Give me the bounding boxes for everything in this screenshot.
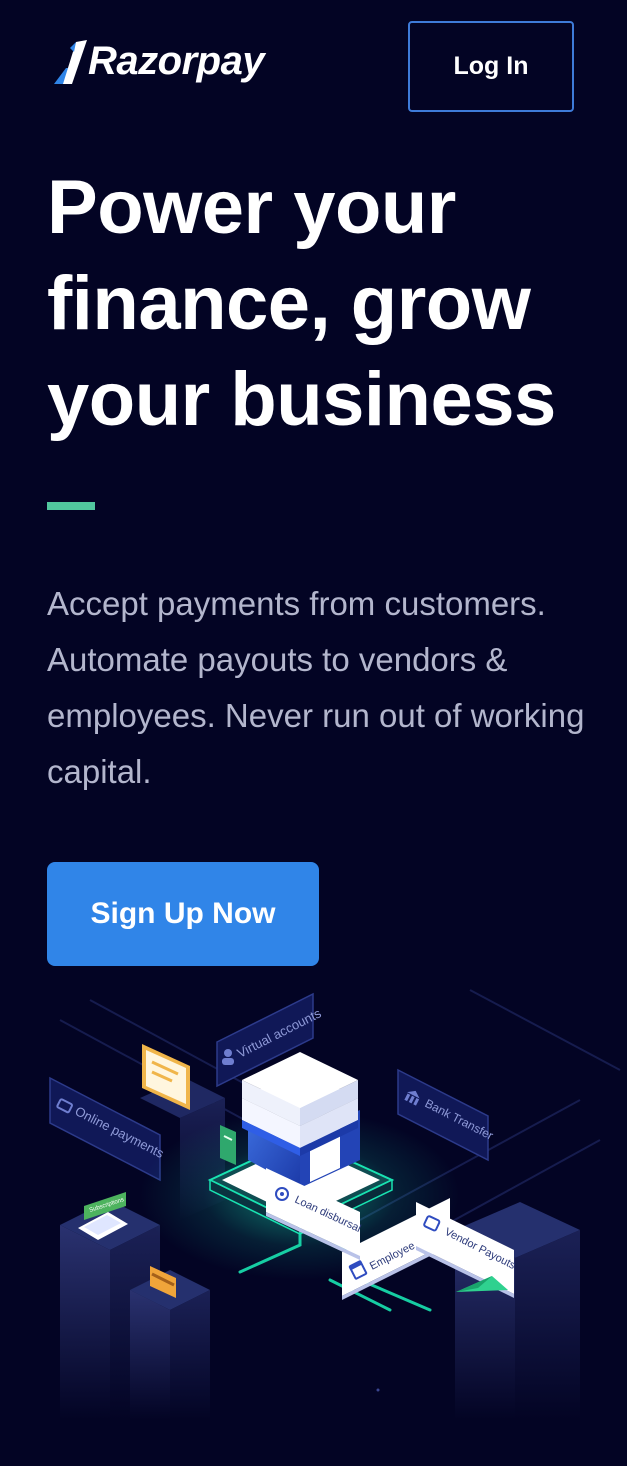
hero-illustration: Virtual accounts Online payments Bank Tr… (0, 980, 627, 1420)
signup-button[interactable]: Sign Up Now (47, 862, 319, 966)
brand-name: Razorpay (88, 39, 265, 83)
accent-divider (47, 502, 95, 510)
card-icon (220, 1125, 236, 1165)
login-button[interactable]: Log In (408, 21, 574, 112)
razorpay-logo-icon (54, 40, 87, 84)
hero-title: Power your finance, grow your business (47, 165, 556, 442)
hero-subtitle: Accept payments from customers. Automate… (47, 585, 585, 790)
decor-dot (376, 1388, 380, 1392)
online-payments-panel: Online payments (49, 1076, 167, 1182)
brand-logo[interactable]: Razorpay (52, 38, 265, 84)
